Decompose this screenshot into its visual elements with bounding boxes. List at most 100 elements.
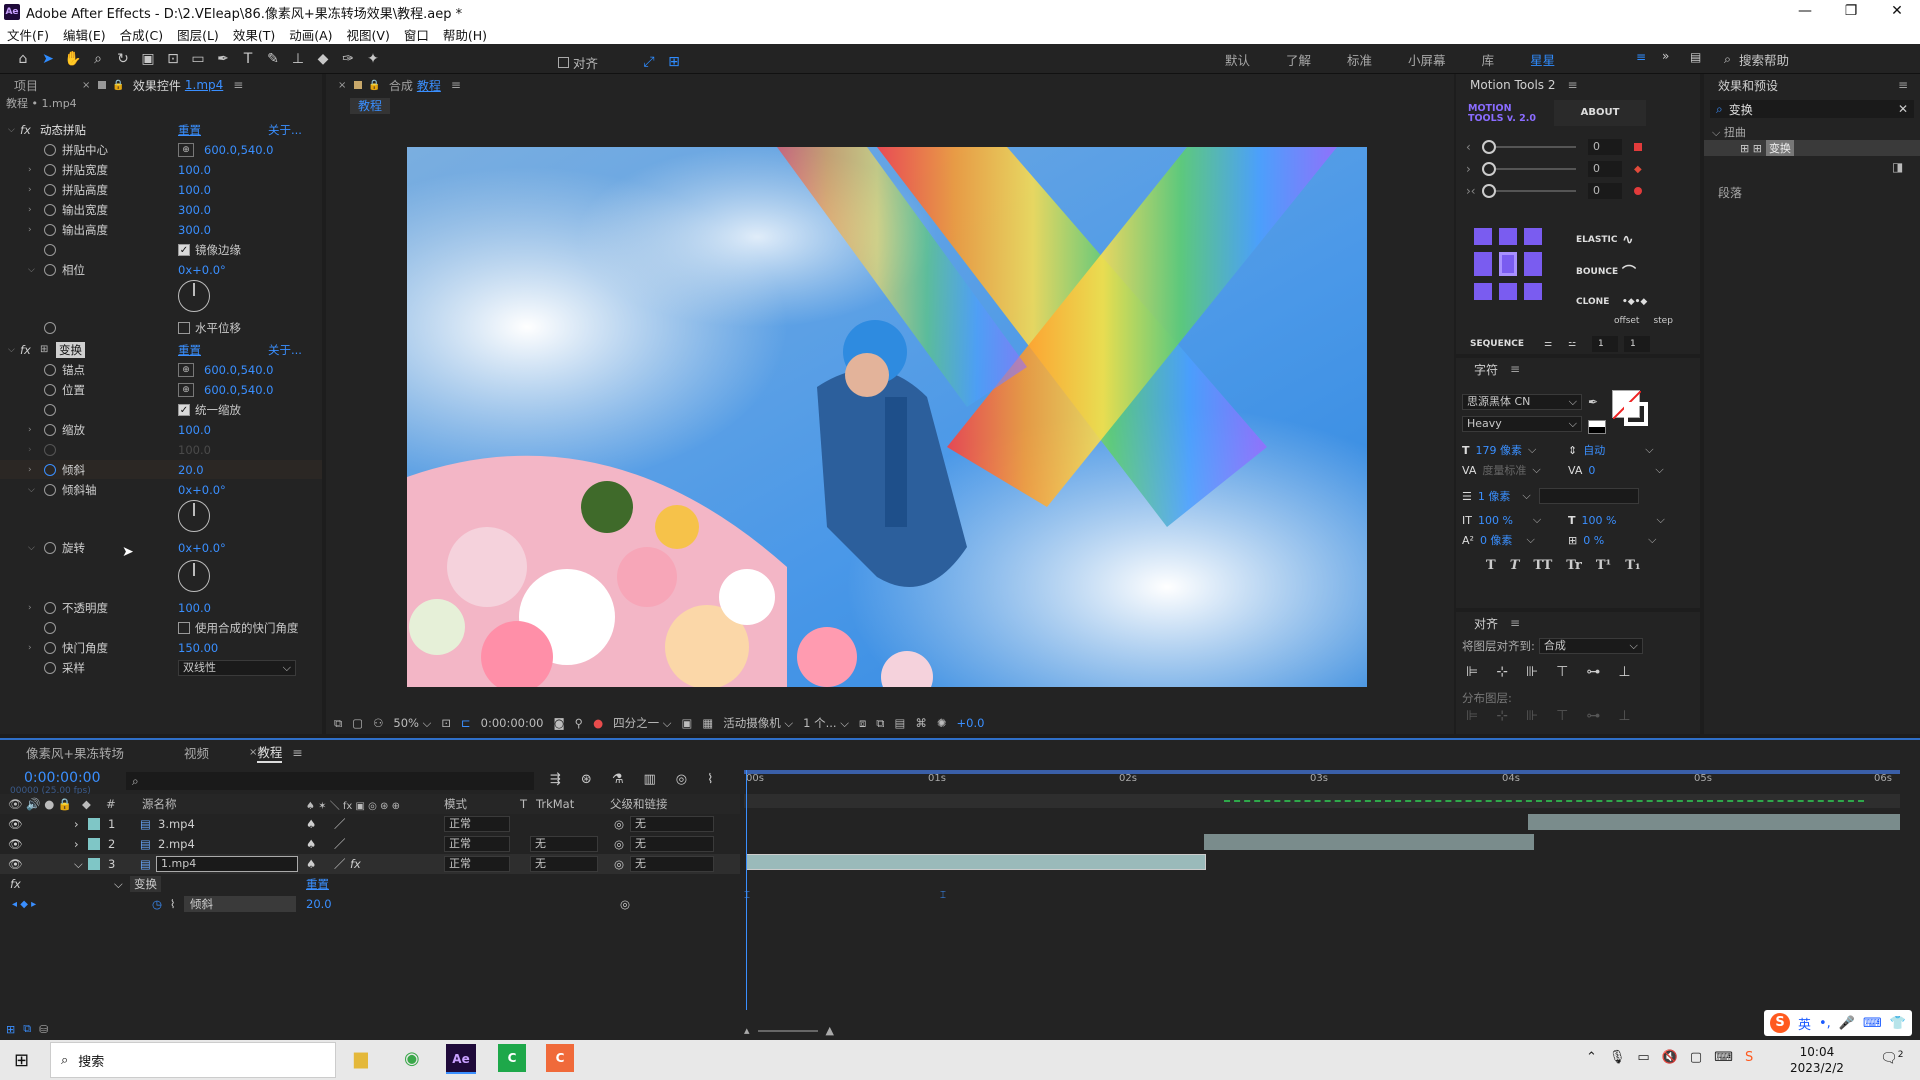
visibility-eye-icon[interactable]: 👁	[8, 817, 23, 831]
panel-menu-icon[interactable]: ≡	[1510, 616, 1520, 630]
col-t[interactable]: T	[520, 797, 527, 811]
exposure-value[interactable]: +0.0	[957, 716, 985, 730]
zoom-slider[interactable]: ▴ ▲	[744, 1024, 834, 1037]
stopwatch-icon[interactable]	[44, 321, 56, 334]
distribute-hcenter-icon[interactable]: ⊶	[1586, 708, 1600, 724]
stopwatch-icon[interactable]	[44, 383, 56, 396]
anchor-top-right[interactable]	[1524, 228, 1542, 246]
font-size-field[interactable]: T 179 像素 ⌵	[1462, 440, 1572, 460]
menu-effect[interactable]: 效果(T)	[226, 25, 282, 44]
elastic-button[interactable]: ELASTIC ∿	[1576, 224, 1673, 256]
fx-motion-tile-reset[interactable]: 重置	[178, 122, 201, 138]
property-name[interactable]: 倾斜	[184, 896, 296, 912]
eyedropper-icon[interactable]: ✒	[1588, 395, 1598, 409]
exposure-icon[interactable]: ✺	[937, 716, 947, 730]
pickwhip-icon[interactable]: ◎	[614, 817, 624, 831]
stopwatch-icon[interactable]	[44, 183, 56, 196]
sogou-tray-icon[interactable]: S	[1745, 1050, 1753, 1065]
sequence-value-1[interactable]: 1	[1592, 336, 1618, 352]
leading-field[interactable]: ⇕ 自动 ⌵	[1568, 440, 1688, 460]
current-timecode[interactable]: 0:00:00:00	[24, 770, 101, 786]
pickwhip-icon[interactable]: ◎	[620, 897, 630, 911]
prop-value[interactable]: 100.0	[178, 423, 211, 437]
ease-slider-2[interactable]	[1482, 162, 1576, 176]
browser-icon[interactable]: ◉	[404, 1048, 420, 1069]
tracking-field[interactable]: VA 0 ⌵	[1568, 460, 1688, 480]
quality-switch-icon[interactable]: ／	[334, 816, 346, 832]
skin-icon[interactable]: 👕	[1890, 1016, 1906, 1031]
stopwatch-icon[interactable]	[44, 423, 56, 436]
chevron-right-icon[interactable]: ›	[74, 837, 79, 851]
anchor-bottom-right[interactable]	[1524, 282, 1542, 300]
menu-layer[interactable]: 图层(L)	[170, 25, 226, 44]
keyboard-icon[interactable]: ⌨	[1863, 1016, 1882, 1031]
workspace-menu-icon[interactable]: ≡	[1636, 50, 1646, 64]
tab-pixel-jelly[interactable]: 像素风+果冻转场	[26, 743, 124, 762]
menu-composition[interactable]: 合成(C)	[113, 25, 170, 44]
stopwatch-icon[interactable]	[44, 223, 56, 236]
baseline-shift-field[interactable]: A² 0 像素 ⌵	[1462, 530, 1572, 550]
microphone-icon[interactable]: 🎤	[1839, 1016, 1855, 1031]
mic-tray-icon[interactable]: 🎙	[1609, 1050, 1626, 1065]
col-trkmat[interactable]: TrkMat	[536, 797, 574, 811]
align-top-icon[interactable]: ⊤	[1556, 664, 1568, 680]
fx-group-name[interactable]: 变换	[130, 876, 161, 892]
fit-icon[interactable]: ⊡	[441, 716, 451, 730]
prop-value[interactable]: 0x+0.0°	[178, 263, 226, 277]
layer-label-color[interactable]	[88, 838, 100, 850]
rotate-tool-icon[interactable]: ↻	[112, 48, 134, 70]
layer-row[interactable]: 👁 › 2 ▤ 2.mp4 ♠ ／ 正常 无 ◎ 无	[0, 834, 740, 854]
tab-tutorial[interactable]: 教程	[257, 742, 283, 763]
chevron-down-icon[interactable]: ⌵	[114, 877, 123, 892]
distribute-right-icon[interactable]: ⊥	[1618, 708, 1630, 724]
prop-value[interactable]: 100.0	[178, 163, 211, 177]
camtasia-orange-icon[interactable]: C	[546, 1044, 574, 1072]
paragraph-panel-tab[interactable]: 段落	[1718, 184, 1742, 201]
fast-preview-icon[interactable]: ⧉	[876, 716, 884, 731]
view-3d-icon[interactable]: ⚇	[373, 716, 383, 730]
close-tab-icon[interactable]: ×	[249, 747, 257, 758]
hand-tool-icon[interactable]: ✋	[62, 48, 84, 70]
anchor-top[interactable]	[1499, 228, 1517, 246]
property-value[interactable]: 20.0	[306, 897, 332, 911]
notification-icon[interactable]: 🗨2	[1880, 1050, 1904, 1067]
tab-video[interactable]: 视频	[184, 743, 209, 762]
distribute-bottom-icon[interactable]: ⊪	[1526, 708, 1538, 724]
clock[interactable]: 10:04 2023/2/2	[1790, 1044, 1844, 1076]
keyframe-circle-icon[interactable]	[1634, 187, 1642, 195]
workspace-default[interactable]: 默认	[1225, 50, 1250, 69]
fx-motion-tile-header[interactable]: ⌵ fx 动态拼贴 重置 关于...	[0, 120, 322, 139]
shy-icon[interactable]: ⚗	[612, 772, 624, 787]
stopwatch-icon[interactable]	[44, 143, 56, 156]
tracking-value[interactable]: 0	[1588, 464, 1595, 477]
stroke-type-dropdown[interactable]	[1538, 488, 1639, 504]
chevron-right-icon[interactable]: ›	[28, 465, 32, 475]
timecode-display[interactable]: 0:00:00:00	[481, 716, 544, 730]
visibility-eye-icon[interactable]: 👁	[8, 837, 23, 851]
menu-edit[interactable]: 编辑(E)	[56, 25, 113, 44]
stroke-width-field[interactable]: ☰ 1 像素 ⌵	[1462, 486, 1690, 506]
fx-transform-about[interactable]: 关于...	[268, 342, 302, 358]
timeline-graph-area[interactable]: 00s 01s 02s 03s 04s 05s 06s ⌶ ⌶	[744, 770, 1900, 1034]
tab-effect-controls[interactable]: 效果控件	[133, 77, 181, 94]
chevron-right-icon[interactable]: ›	[28, 425, 32, 435]
ease-value-1[interactable]: 0	[1588, 139, 1622, 155]
visibility-eye-icon[interactable]: 👁	[8, 857, 23, 871]
ease-value-3[interactable]: 0	[1588, 183, 1622, 199]
always-preview-icon[interactable]: ⧉	[334, 716, 342, 731]
prop-value[interactable]: 600.0,540.0	[204, 363, 274, 377]
flowchart-icon[interactable]: ⌘	[915, 716, 927, 730]
pan-behind-tool-icon[interactable]: ⊡	[162, 48, 184, 70]
prop-value[interactable]: 100.0	[178, 601, 211, 615]
workspace-standard[interactable]: 标准	[1347, 50, 1372, 69]
layer-bar-3mp4[interactable]	[1528, 814, 1900, 830]
chevron-right-icon[interactable]: ›	[28, 185, 32, 195]
graph-icon[interactable]: ⌇	[170, 897, 176, 911]
black-white-swatch[interactable]	[1588, 420, 1606, 434]
workspace-small-screen[interactable]: 小屏幕	[1408, 50, 1446, 69]
zoom-tool-icon[interactable]: ⌕	[87, 48, 109, 70]
punctuation-icon[interactable]: •,	[1819, 1016, 1831, 1031]
prop-value[interactable]: 0x+0.0°	[178, 541, 226, 555]
selection-tool-icon[interactable]: ➤	[37, 48, 59, 70]
tsume-value[interactable]: 0 %	[1583, 534, 1604, 547]
